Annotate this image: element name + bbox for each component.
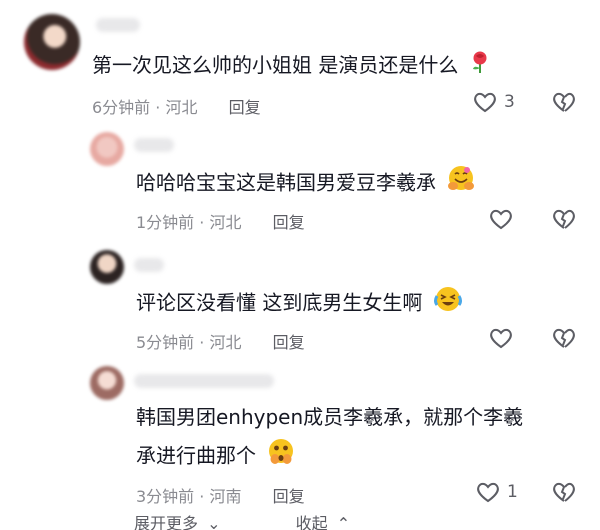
- avatar[interactable]: [90, 366, 124, 400]
- comment-meta: 1分钟前 · 河北 回复: [136, 209, 305, 233]
- location: 河北: [165, 98, 198, 117]
- chevron-down-icon[interactable]: ⌄: [207, 514, 220, 530]
- avatar[interactable]: [90, 250, 124, 284]
- comment-text: 评论区没看懂 这到底男生女生啊: [136, 284, 463, 324]
- avatar[interactable]: [24, 14, 80, 70]
- comment-text-line-2: 承进行曲那个: [136, 437, 296, 477]
- timestamp: 5分钟前: [136, 333, 195, 352]
- dislike-button[interactable]: [551, 326, 577, 354]
- comment-text-line-1: 韩国男团enhypen成员李羲承，就那个李羲: [136, 405, 524, 429]
- thread-controls: 展开更多 ⌄ 收起 ⌃: [134, 510, 350, 530]
- reply-button[interactable]: 回复: [273, 487, 305, 506]
- dislike-button[interactable]: [551, 480, 577, 508]
- broken-heart-icon: [553, 328, 575, 348]
- username[interactable]: [134, 374, 274, 388]
- avatar[interactable]: [90, 132, 124, 166]
- username[interactable]: [134, 258, 164, 272]
- comment-meta: 3分钟前 · 河南 回复: [136, 483, 305, 507]
- reply-button[interactable]: 回复: [273, 333, 305, 352]
- location: 河南: [209, 487, 242, 506]
- like-button[interactable]: 1: [475, 480, 518, 504]
- heart-icon: [490, 328, 512, 349]
- comment-body: 第一次见这么帅的小姐姐 是演员还是什么: [92, 53, 459, 77]
- like-count: 3: [504, 92, 515, 112]
- dislike-button[interactable]: [551, 207, 577, 235]
- meta-separator: ·: [194, 487, 210, 506]
- heart-icon: [474, 92, 496, 113]
- like-button[interactable]: [488, 326, 520, 350]
- meta-separator: ·: [150, 98, 166, 117]
- heart-icon: [477, 482, 499, 503]
- dislike-button[interactable]: [551, 90, 577, 118]
- timestamp: 1分钟前: [136, 213, 195, 232]
- broken-heart-icon: [553, 482, 575, 502]
- collapse-button[interactable]: 收起: [296, 510, 328, 530]
- meta-separator: ·: [194, 333, 210, 352]
- hugging-face-icon: [446, 164, 476, 204]
- rose-icon: [469, 50, 491, 84]
- comment-body: 评论区没看懂 这到底男生女生啊: [136, 290, 423, 315]
- shocked-hands-face-icon: [266, 437, 296, 477]
- chevron-up-icon[interactable]: ⌃: [337, 514, 350, 530]
- broken-heart-icon: [553, 209, 575, 229]
- timestamp: 3分钟前: [136, 487, 195, 506]
- meta-separator: ·: [194, 213, 210, 232]
- location: 河北: [209, 213, 242, 232]
- broken-heart-icon: [553, 92, 575, 112]
- like-button[interactable]: [488, 207, 520, 231]
- like-button[interactable]: 3: [472, 90, 515, 114]
- username[interactable]: [96, 18, 140, 32]
- comment-text: 哈哈哈宝宝这是韩国男爱豆李羲承: [136, 164, 476, 204]
- reply-button[interactable]: 回复: [229, 98, 261, 117]
- heart-icon: [490, 209, 512, 230]
- comment-body: 哈哈哈宝宝这是韩国男爱豆李羲承: [136, 170, 436, 195]
- crying-laughing-icon: [433, 284, 463, 324]
- comment-text: 第一次见这么帅的小姐姐 是演员还是什么: [92, 48, 491, 84]
- reply-button[interactable]: 回复: [273, 213, 305, 232]
- location: 河北: [209, 333, 242, 352]
- comment-meta: 6分钟前 · 河北 回复: [92, 94, 261, 118]
- timestamp: 6分钟前: [92, 98, 151, 117]
- comment-meta: 5分钟前 · 河北 回复: [136, 329, 305, 353]
- expand-more-button[interactable]: 展开更多: [134, 510, 198, 530]
- like-count: 1: [507, 482, 518, 502]
- comment-body: 承进行曲那个: [136, 443, 256, 468]
- username[interactable]: [134, 138, 174, 152]
